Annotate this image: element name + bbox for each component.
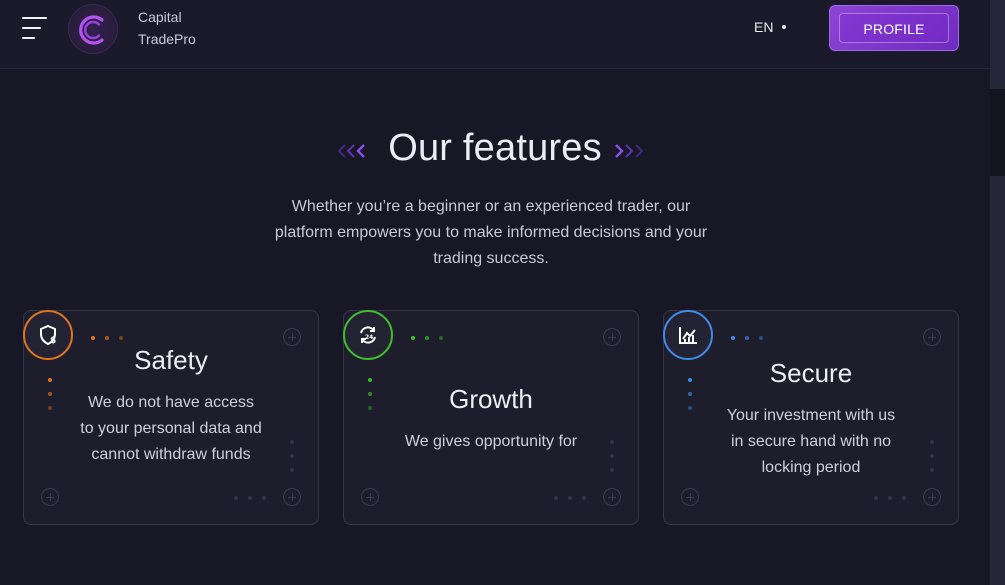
scrollbar-track — [990, 89, 1005, 176]
card-title: Growth — [449, 384, 533, 414]
plus-icon — [603, 488, 621, 506]
page-scrollbar[interactable] — [990, 0, 1005, 585]
plus-icon — [603, 328, 621, 346]
hamburger-menu-icon[interactable] — [22, 16, 48, 40]
feature-card-growth: 24 Growth We gives opportunity for — [343, 310, 639, 525]
brand-line-1: Capital — [138, 9, 182, 25]
profile-button-label: PROFILE — [863, 21, 925, 37]
capital-tradepro-logo[interactable] — [68, 4, 118, 54]
chevrons-right-icon — [615, 144, 644, 158]
decor-dots — [731, 336, 763, 340]
language-dot-icon — [782, 25, 787, 29]
plus-icon — [283, 488, 301, 506]
decor-dots — [554, 496, 586, 500]
profile-button[interactable]: PROFILE — [829, 5, 959, 51]
plus-icon — [361, 488, 379, 506]
card-title: Secure — [769, 358, 853, 388]
decor-dots — [930, 440, 934, 472]
plus-icon — [41, 488, 59, 506]
scrollbar-thumb[interactable] — [990, 176, 1005, 585]
decor-dots — [234, 496, 266, 500]
growth-badge: 24 — [343, 310, 393, 360]
decor-dots — [91, 336, 123, 340]
brand-line-2: TradePro — [138, 31, 196, 47]
card-description: Your investment with us in secure hand w… — [726, 407, 896, 476]
card-description: We gives opportunity for — [404, 433, 578, 450]
scrollbar-segment — [990, 0, 1005, 89]
features-heading: Our features — [0, 127, 990, 170]
brand-name: Capital TradePro — [138, 6, 196, 50]
card-title: Safety — [134, 345, 208, 375]
plus-icon — [923, 328, 941, 346]
decor-dots — [874, 496, 906, 500]
shield-dollar-icon: $ — [40, 324, 56, 346]
refresh-24-icon: 24 — [360, 326, 376, 344]
chevrons-left-icon — [337, 144, 365, 158]
decor-dots — [411, 336, 443, 340]
language-selector[interactable]: EN — [754, 19, 787, 35]
plus-icon — [283, 328, 301, 346]
plus-icon — [681, 488, 699, 506]
logo-c-icon — [79, 15, 104, 45]
language-label: EN — [754, 19, 774, 35]
top-header: Capital TradePro EN PROFILE — [0, 0, 990, 69]
decor-dots — [610, 440, 614, 472]
chart-icon — [679, 327, 697, 344]
decor-dots — [290, 440, 294, 472]
page-title: Our features — [388, 127, 602, 169]
feature-card-secure: Secure Your investment with us in secure… — [663, 310, 959, 525]
decor-dots — [48, 378, 52, 410]
secure-badge — [663, 310, 713, 360]
plus-icon — [923, 488, 941, 506]
card-description: We do not have access to your personal d… — [80, 394, 262, 463]
features-subtitle: Whether you’re a beginner or an experien… — [274, 198, 708, 267]
feature-card-safety: $ Safety We do not have access to your p… — [23, 310, 319, 525]
svg-text:24: 24 — [365, 334, 373, 341]
